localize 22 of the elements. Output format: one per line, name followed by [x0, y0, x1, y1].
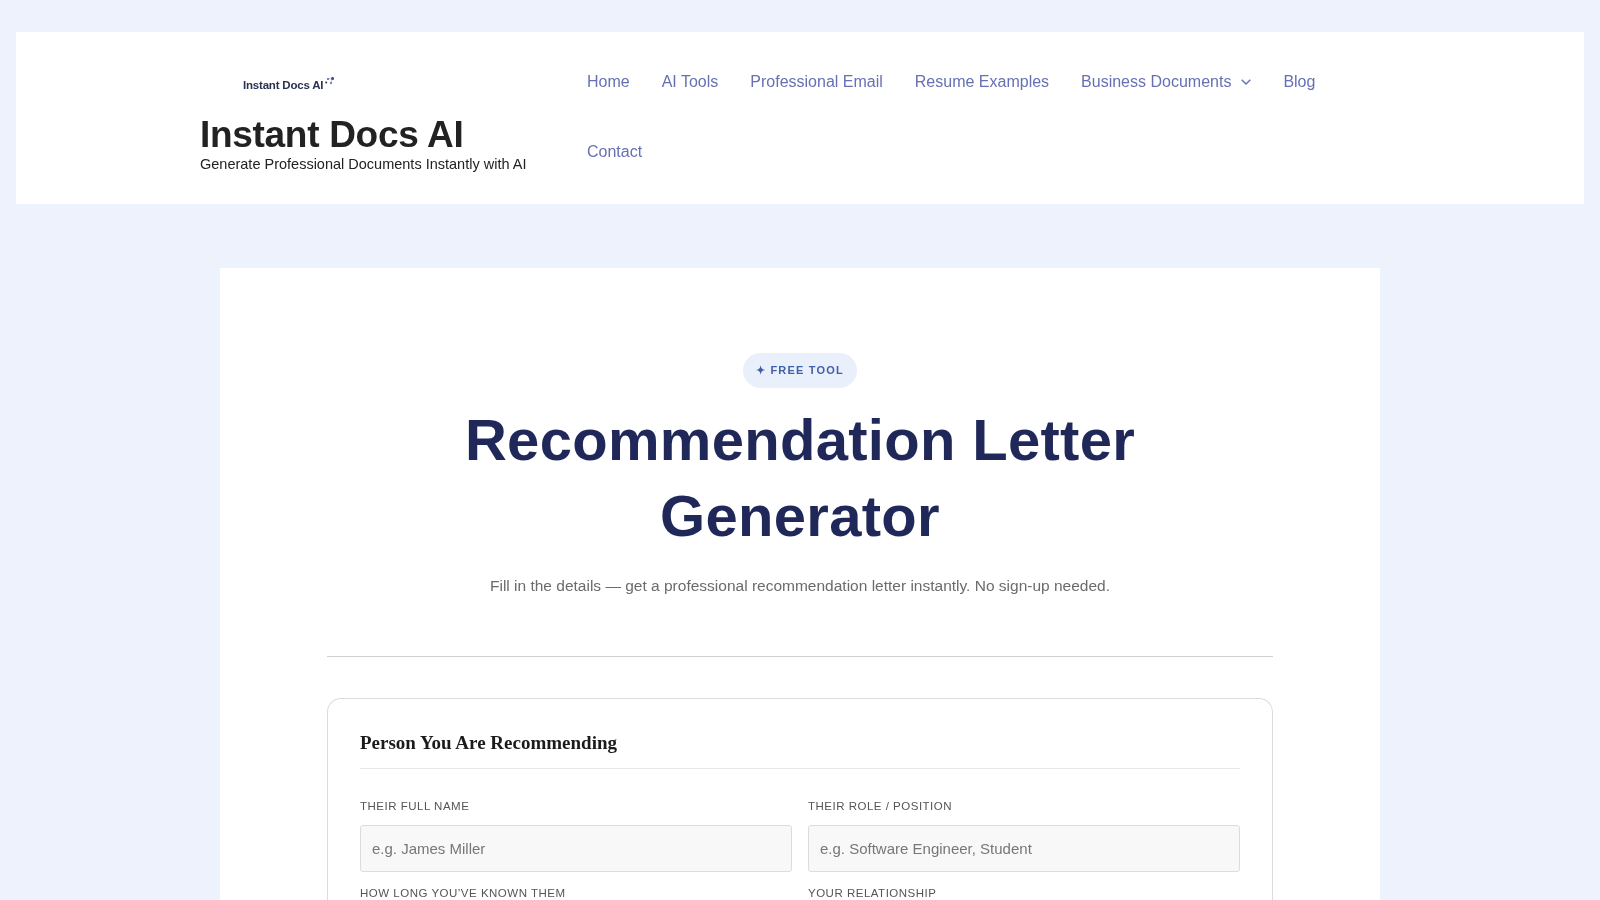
- field-label: HOW LONG YOU’VE KNOWN THEM: [360, 886, 567, 900]
- page-subtitle: Fill in the details — get a professional recommendation letter instantly. No sign-up needed.: [488, 576, 1111, 596]
- nav-link[interactable]: Professional Email: [734, 47, 899, 117]
- nav-link[interactable]: Home: [571, 47, 646, 117]
- input-field[interactable]: e.g. James Miller: [360, 825, 792, 872]
- nav-link[interactable]: AI Tools: [645, 47, 735, 117]
- field-label: YOUR RELATIONSHIP: [808, 886, 938, 900]
- section-title: Person You Are Recommending: [360, 731, 618, 755]
- nav-link[interactable]: Resume Examples: [898, 47, 1066, 117]
- site-title[interactable]: Instant Docs AI: [200, 115, 571, 155]
- free-tool-badge: ✦ FREE TOOL: [743, 353, 857, 388]
- dots-icon: [325, 77, 335, 86]
- nav-link[interactable]: Contact: [571, 117, 659, 187]
- field-label: THEIR ROLE / POSITION: [808, 799, 954, 813]
- input-field[interactable]: e.g. Software Engineer, Student: [808, 825, 1240, 872]
- site-tagline: Generate Professional Documents Instantly with AI: [200, 155, 528, 173]
- field-label: THEIR FULL NAME: [360, 799, 471, 813]
- logo-text[interactable]: Instant Docs AI: [243, 76, 324, 94]
- nav-link[interactable]: Blog: [1267, 47, 1332, 117]
- page-title: Recommendation Letter Generator: [463, 406, 1137, 550]
- chevron-down-icon: [1241, 79, 1252, 85]
- nav-link[interactable]: Business Documents: [1065, 47, 1268, 117]
